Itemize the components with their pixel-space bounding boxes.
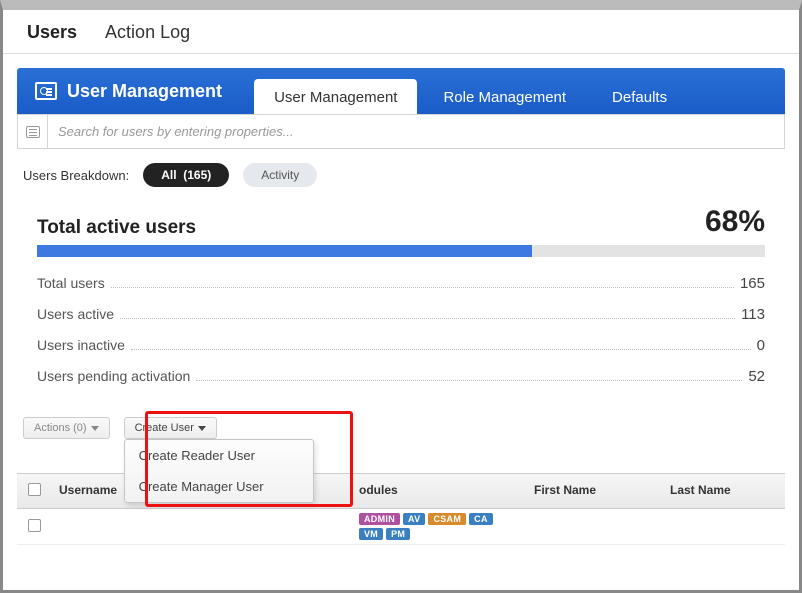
module-badge: ADMIN [359, 513, 400, 525]
create-user-menu: Create Reader User Create Manager User [124, 439, 314, 503]
col-modules[interactable]: odules [351, 474, 526, 508]
stat-value: 165 [740, 275, 765, 292]
module-badge: PM [386, 528, 410, 540]
stats-percent: 68% [705, 205, 765, 239]
checkbox-icon[interactable] [28, 483, 41, 496]
col-first-name[interactable]: First Name [526, 474, 662, 508]
stat-value: 113 [741, 306, 765, 323]
tab-user-management[interactable]: User Management [254, 79, 417, 114]
stat-value: 52 [748, 368, 765, 385]
header-title: User Management [17, 68, 244, 114]
breakdown-label: Users Breakdown: [23, 168, 129, 183]
top-tab-users[interactable]: Users [27, 18, 77, 47]
progress-fill [37, 245, 532, 257]
search-input[interactable] [48, 115, 784, 148]
breakdown-bar: Users Breakdown: All (165) Activity [17, 149, 785, 205]
stat-row: Users pending activation 52 [37, 368, 765, 385]
col-last-name[interactable]: Last Name [662, 474, 785, 508]
checkbox-icon[interactable] [28, 519, 41, 532]
stat-value: 0 [757, 337, 765, 354]
list-icon[interactable] [18, 115, 48, 148]
tab-defaults[interactable]: Defaults [592, 79, 687, 114]
stat-label: Users pending activation [37, 368, 190, 384]
search-bar [17, 114, 785, 149]
header-bar: User Management User Management Role Man… [17, 68, 785, 114]
chevron-down-icon [91, 426, 99, 431]
actions-row: Actions (0) Create User Create Reader Us… [17, 399, 785, 439]
actions-button[interactable]: Actions (0) [23, 417, 110, 439]
stat-label: Total users [37, 275, 105, 291]
id-card-icon [35, 82, 57, 100]
stats-block: Total active users 68% Total users 165 Use… [17, 205, 785, 385]
stat-row: Total users 165 [37, 275, 765, 292]
create-user-button[interactable]: Create User [124, 417, 217, 439]
stat-row: Users active 113 [37, 306, 765, 323]
menu-create-manager-user[interactable]: Create Manager User [125, 471, 313, 502]
module-badge: AV [403, 513, 425, 525]
pill-all[interactable]: All (165) [143, 163, 229, 187]
create-user-dropdown: Create User Create Reader User Create Ma… [124, 417, 217, 439]
table-row[interactable]: ADMINAVCSAMCA VMPM [17, 509, 785, 545]
module-badge: VM [359, 528, 383, 540]
tab-role-management[interactable]: Role Management [423, 79, 586, 114]
stat-label: Users inactive [37, 337, 125, 353]
top-tab-action-log[interactable]: Action Log [105, 18, 190, 47]
app-root: Users Action Log User Management User Ma… [3, 10, 799, 590]
chevron-down-icon [198, 426, 206, 431]
module-badges: ADMINAVCSAMCA VMPM [359, 513, 518, 540]
stats-title: Total active users [37, 217, 196, 239]
content: User Management User Management Role Man… [3, 54, 799, 545]
menu-create-reader-user[interactable]: Create Reader User [125, 440, 313, 471]
top-tabs: Users Action Log [3, 10, 799, 54]
pill-activity[interactable]: Activity [243, 163, 317, 187]
header-tabs: User Management Role Management Defaults [254, 68, 687, 114]
progress-bar [37, 245, 765, 257]
stat-row: Users inactive 0 [37, 337, 765, 354]
module-badge: CSAM [428, 513, 466, 525]
header-title-text: User Management [67, 81, 222, 102]
select-all-cell[interactable] [17, 474, 51, 508]
stat-label: Users active [37, 306, 114, 322]
module-badge: CA [469, 513, 493, 525]
